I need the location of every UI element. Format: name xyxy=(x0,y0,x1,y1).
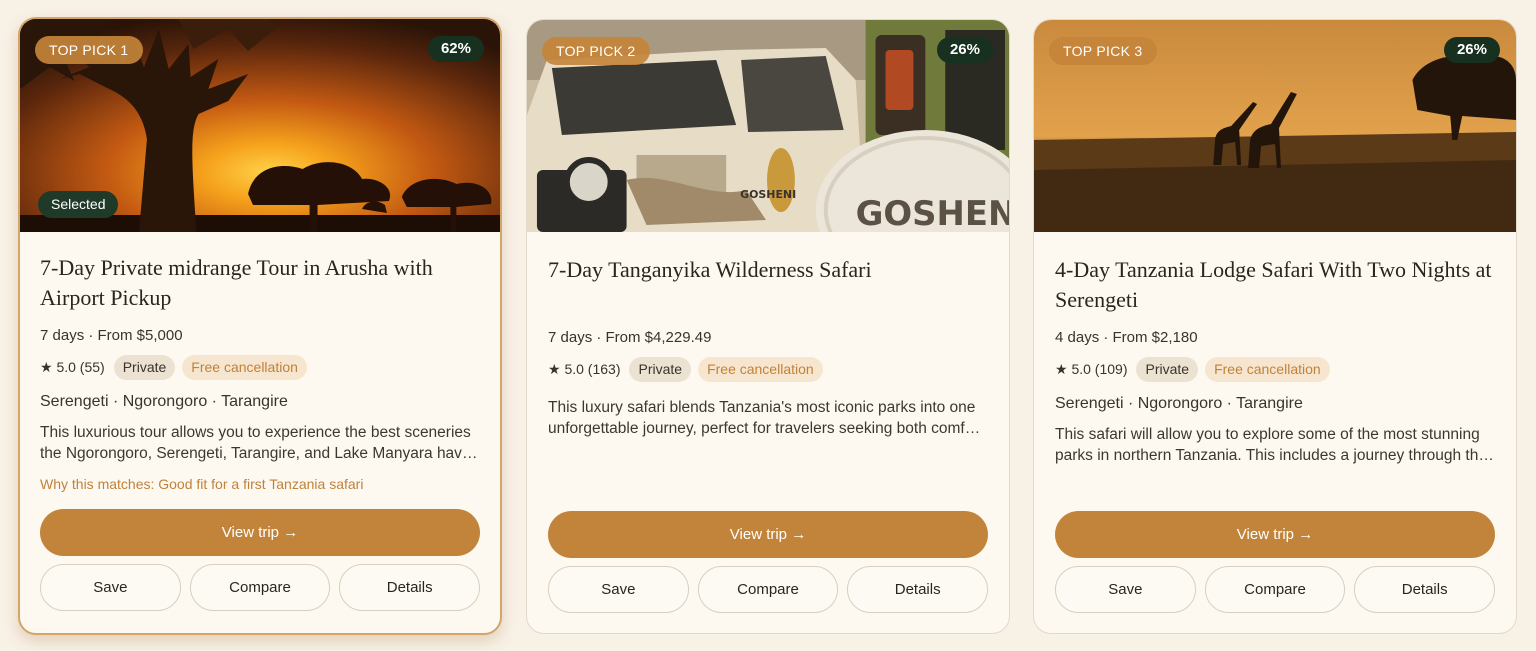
match-percent-badge: 26% xyxy=(1443,37,1500,63)
trip-description: This safari will allow you to explore so… xyxy=(1055,426,1487,464)
trip-image[interactable]: GOSHENI GOSHENI TOP PICK 2 26% xyxy=(527,20,1009,232)
trip-card-1[interactable]: TOP PICK 1 62% Selected 7-Day Private mi… xyxy=(18,17,502,635)
private-tag: Private xyxy=(629,357,692,382)
rating: ★ 5.0 (55) xyxy=(40,359,105,375)
top-pick-badge: TOP PICK 2 xyxy=(542,37,650,65)
match-percent-badge: 62% xyxy=(427,36,484,62)
free-cancellation-tag: Free cancellation xyxy=(1205,357,1330,382)
compare-button[interactable]: Compare xyxy=(697,566,839,613)
details-button[interactable]: Details xyxy=(847,566,989,613)
trip-title[interactable]: 7-Day Private midrange Tour in Arusha wi… xyxy=(40,253,480,313)
free-cancellation-tag: Free cancellation xyxy=(698,357,823,382)
trip-card-3[interactable]: TOP PICK 3 26% 4-Day Tanzania Lodge Safa… xyxy=(1033,19,1517,634)
trip-description: This luxurious tour allows you to experi… xyxy=(40,424,471,462)
match-percent-badge: 26% xyxy=(936,37,993,63)
free-cancellation-tag: Free cancellation xyxy=(182,355,307,380)
view-trip-button[interactable]: View trip → xyxy=(548,511,988,558)
trip-title[interactable]: 7-Day Tanganyika Wilderness Safari xyxy=(548,255,988,315)
details-button[interactable]: Details xyxy=(339,564,481,611)
save-button[interactable]: Save xyxy=(1055,566,1196,613)
top-pick-badge: TOP PICK 3 xyxy=(1049,37,1157,65)
trip-image[interactable]: TOP PICK 3 26% xyxy=(1034,20,1516,232)
parks-list: Serengeti · Ngorongoro · Tarangire xyxy=(1055,395,1303,412)
spare-wheel-text: GOSHENI xyxy=(856,194,1009,232)
svg-text:GOSHENI: GOSHENI xyxy=(740,188,796,201)
rating: ★ 5.0 (109) xyxy=(1055,361,1128,377)
compare-button[interactable]: Compare xyxy=(1204,566,1346,613)
private-tag: Private xyxy=(1136,357,1199,382)
details-button[interactable]: Details xyxy=(1354,566,1496,613)
private-tag: Private xyxy=(113,355,176,380)
rating: ★ 5.0 (163) xyxy=(548,361,621,377)
trip-title[interactable]: 4-Day Tanzania Lodge Safari With Two Nig… xyxy=(1055,255,1495,315)
view-trip-button[interactable]: View trip → xyxy=(1055,511,1495,558)
selected-badge: Selected xyxy=(38,191,119,218)
trip-meta: 7 days · From $5,000 xyxy=(40,327,183,344)
top-pick-badge: TOP PICK 1 xyxy=(35,36,143,64)
trip-card-2[interactable]: GOSHENI GOSHENI TOP PICK 2 26% 7-Day Tan… xyxy=(526,19,1010,634)
trip-meta: 7 days · From $4,229.49 xyxy=(548,329,712,346)
trip-meta: 4 days · From $2,180 xyxy=(1055,329,1198,346)
save-button[interactable]: Save xyxy=(40,564,181,611)
trip-description: This luxury safari blends Tanzania's mos… xyxy=(548,399,983,437)
match-reason: Why this matches: Good fit for a first T… xyxy=(40,476,364,492)
parks-list: Serengeti · Ngorongoro · Tarangire xyxy=(40,393,288,410)
compare-button[interactable]: Compare xyxy=(189,564,331,611)
trip-image[interactable]: TOP PICK 1 62% Selected xyxy=(20,19,500,232)
save-button[interactable]: Save xyxy=(548,566,689,613)
view-trip-button[interactable]: View trip → xyxy=(40,509,480,556)
